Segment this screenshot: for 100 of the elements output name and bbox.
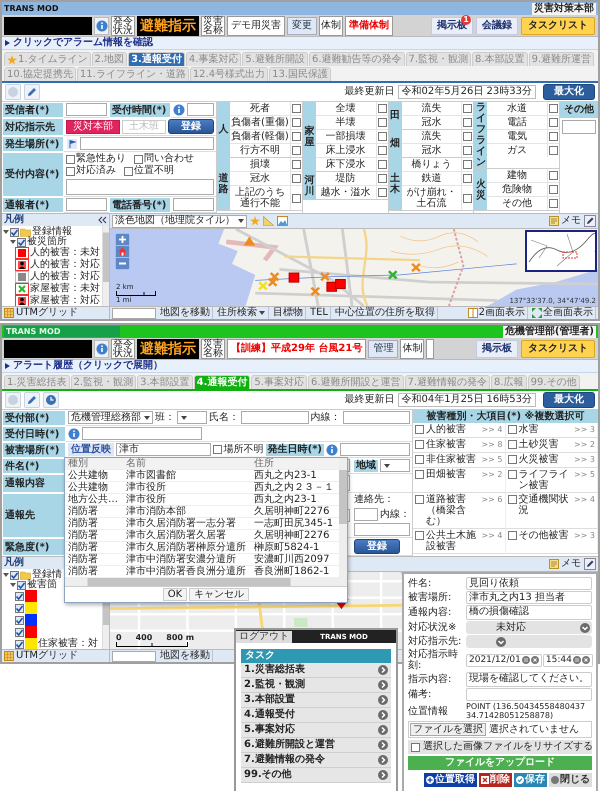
input-field[interactable]	[354, 508, 378, 521]
checkbox[interactable]	[292, 146, 301, 155]
checkbox[interactable]	[508, 425, 516, 434]
input-field[interactable]	[187, 103, 214, 116]
home-button[interactable]	[116, 246, 129, 257]
area-dropdown[interactable]	[380, 459, 410, 472]
register-button[interactable]: 登録	[168, 119, 214, 134]
maximize-button[interactable]: 最大化	[543, 84, 595, 100]
assignee-button[interactable]: 災対本部	[66, 120, 120, 134]
checkbox[interactable]	[463, 160, 472, 169]
collapse-icon[interactable]	[98, 216, 107, 224]
memo-button[interactable]: メモ	[549, 214, 581, 228]
toolbar-button[interactable]: 住所検索	[215, 307, 269, 319]
search-field[interactable]	[112, 308, 156, 318]
input-field[interactable]	[342, 411, 410, 424]
info-button[interactable]	[94, 16, 109, 34]
menu-item[interactable]: 7.避難情報の発令	[241, 753, 391, 768]
checkbox[interactable]	[378, 118, 387, 127]
checkbox[interactable]	[463, 118, 472, 127]
text-area[interactable]	[66, 179, 214, 195]
tree-toggle-icon[interactable]	[10, 582, 16, 588]
register-button[interactable]: 登録	[354, 539, 400, 554]
menu-item[interactable]: 1.災害総括表	[241, 663, 391, 678]
checkbox[interactable]	[549, 199, 558, 208]
team-dropdown[interactable]	[177, 411, 207, 424]
cross-marker[interactable]	[310, 286, 320, 296]
text-field[interactable]: 津市	[116, 443, 211, 456]
checkbox[interactable]	[292, 174, 301, 183]
checkbox[interactable]	[508, 440, 516, 449]
input-field[interactable]	[66, 198, 107, 211]
checkbox[interactable]	[415, 455, 424, 464]
checkbox[interactable]	[508, 531, 516, 540]
checkbox[interactable]	[415, 495, 424, 504]
checkbox[interactable]	[549, 185, 558, 194]
toolbar-button[interactable]: 地図を移動	[158, 650, 213, 662]
checkbox[interactable]	[508, 495, 516, 504]
checkbox[interactable]	[15, 604, 24, 612]
checkbox[interactable]	[378, 188, 387, 197]
menu-item[interactable]: 6.避難所開設と運営	[241, 738, 391, 753]
checkbox[interactable]	[549, 118, 558, 127]
checkbox[interactable]	[463, 146, 472, 155]
cross-marker[interactable]	[268, 277, 278, 288]
choose-file-button[interactable]: ファイルを選択	[410, 723, 486, 736]
task-list-button[interactable]: タスクリスト	[521, 340, 595, 358]
text-field[interactable]	[466, 688, 592, 701]
checkbox[interactable]	[378, 146, 387, 155]
action-button[interactable]: 保存	[514, 773, 547, 787]
menu-item[interactable]: 4.通報受付	[241, 708, 391, 723]
square-marker[interactable]	[288, 272, 300, 283]
checkbox[interactable]	[508, 470, 516, 479]
dialog-button[interactable]: キャンセル	[189, 588, 250, 601]
tab[interactable]: 3.通報受付	[128, 52, 185, 66]
checkbox[interactable]	[292, 118, 301, 127]
action-button[interactable]: 位置取得	[424, 773, 477, 787]
checkbox[interactable]	[15, 616, 24, 624]
checkbox[interactable]	[134, 154, 143, 164]
checkbox[interactable]	[378, 174, 387, 183]
checkbox[interactable]	[463, 132, 472, 141]
board-button[interactable]: 会議録	[476, 16, 518, 34]
checkbox[interactable]	[378, 160, 387, 169]
scrollbar[interactable]	[339, 458, 347, 578]
checkbox[interactable]	[10, 570, 19, 580]
tree-toggle-icon[interactable]	[3, 572, 9, 578]
checkbox[interactable]	[292, 160, 301, 169]
checkbox[interactable]	[415, 470, 424, 479]
change-button[interactable]: 変更	[287, 16, 317, 34]
toolbar-button[interactable]: 地図を移動	[158, 307, 213, 319]
checkbox[interactable]	[378, 104, 387, 113]
checkbox[interactable]	[549, 146, 558, 155]
checkbox[interactable]	[124, 166, 133, 176]
checkbox[interactable]	[15, 640, 24, 648]
checkbox[interactable]	[66, 166, 75, 176]
dropdown[interactable]: 未対応	[466, 621, 592, 634]
dialog-button[interactable]: OK	[162, 588, 188, 601]
edit-icon[interactable]	[584, 215, 596, 227]
text-field[interactable]: 津市丸之内13 担当者	[466, 591, 592, 604]
picture-icon[interactable]	[277, 216, 288, 226]
square-marker[interactable]	[326, 282, 338, 292]
menu-item[interactable]: 99.その他	[241, 768, 391, 783]
menu-item[interactable]: 5.事案対応	[241, 723, 391, 738]
scrollbar[interactable]	[65, 578, 347, 586]
checkbox[interactable]	[292, 104, 301, 113]
zoom-out-button[interactable]	[116, 258, 129, 269]
input-field[interactable]	[80, 137, 214, 150]
tree-toggle-icon[interactable]	[10, 239, 16, 245]
expand-icon[interactable]	[5, 40, 10, 46]
checkbox[interactable]	[411, 742, 420, 752]
map-type-dropdown[interactable]: 淡色地図（地理院タイル）	[112, 214, 247, 228]
text-area[interactable]: 現場を確認してください。	[466, 672, 592, 687]
ruler-icon[interactable]	[263, 216, 274, 226]
square-marker[interactable]	[335, 278, 346, 290]
checkbox[interactable]	[508, 455, 516, 464]
edit-button[interactable]	[24, 392, 40, 408]
toolbar-button[interactable]: 目標物	[271, 307, 306, 319]
input-field[interactable]	[354, 523, 410, 536]
tree-toggle-icon[interactable]	[3, 229, 9, 235]
input-field[interactable]	[562, 120, 596, 134]
cross-marker[interactable]	[388, 270, 398, 280]
edit-button[interactable]	[24, 84, 40, 100]
board-button[interactable]: 掲示板	[476, 340, 518, 358]
